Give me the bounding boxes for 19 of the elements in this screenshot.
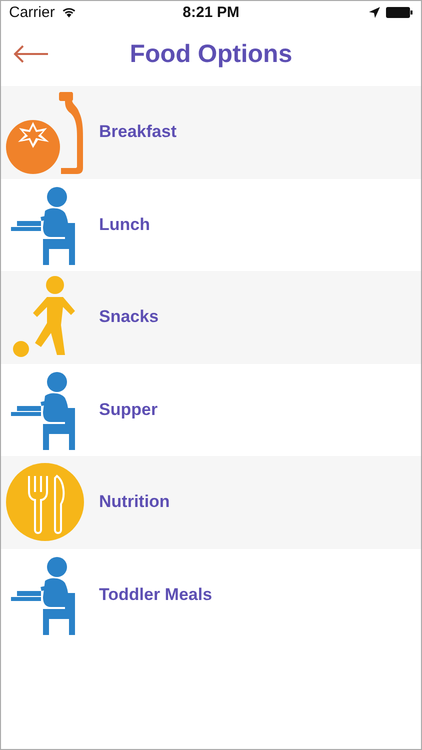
- screen-title: Food Options: [130, 40, 292, 69]
- carrier-name: Carrier: [9, 4, 55, 20]
- status-time: 8:21 PM: [182, 4, 240, 20]
- food-option-row[interactable]: Breakfast: [1, 86, 421, 178]
- battery-icon: [386, 6, 413, 18]
- food-option-row[interactable]: Nutrition: [1, 456, 421, 548]
- back-arrow-icon[interactable]: [13, 45, 49, 63]
- wifi-icon: [60, 6, 77, 18]
- food-option-row[interactable]: Lunch: [1, 178, 421, 271]
- food-option-row[interactable]: Snacks: [1, 271, 421, 364]
- food-option-label: Breakfast: [99, 122, 176, 142]
- food-option-row[interactable]: Toddler Meals: [1, 548, 421, 641]
- food-option-label: Nutrition: [99, 492, 170, 512]
- food-option-label: Snacks: [99, 307, 159, 328]
- location-arrow-icon: [369, 6, 380, 18]
- food-option-label: Toddler Meals: [99, 584, 212, 605]
- food-option-label: Lunch: [99, 214, 150, 235]
- food-option-row[interactable]: Supper: [1, 364, 421, 456]
- food-option-label: Supper: [99, 400, 158, 420]
